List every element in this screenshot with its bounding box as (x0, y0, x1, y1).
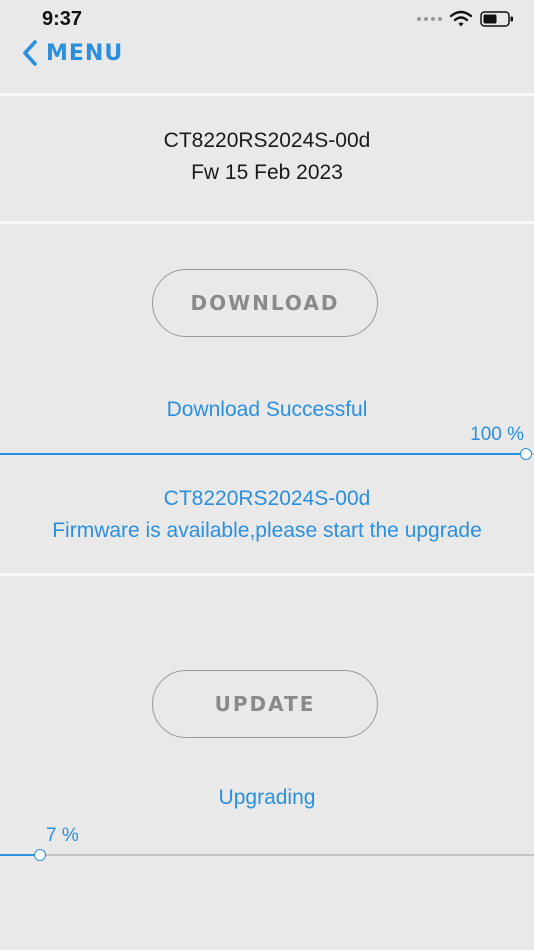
status-time: 9:37 (42, 8, 83, 30)
update-progress-slider[interactable] (0, 849, 534, 861)
firmware-date: Fw 15 Feb 2023 (191, 161, 343, 184)
update-progress-label: 7 % (46, 825, 79, 846)
slider-track (0, 854, 534, 856)
divider (0, 573, 534, 576)
firmware-notice-model: CT8220RS2024S-00d (163, 487, 371, 510)
menu-back-button[interactable]: MENU (22, 40, 123, 66)
chevron-left-icon (23, 40, 37, 66)
download-button[interactable]: DOWNLOAD (152, 269, 378, 337)
device-model: CT8220RS2024S-00d (163, 129, 371, 152)
slider-thumb[interactable] (34, 849, 46, 861)
download-status: Download Successful (166, 398, 368, 421)
divider (0, 221, 534, 224)
divider (0, 93, 534, 96)
slider-thumb[interactable] (520, 448, 532, 460)
signal-dots-icon (417, 17, 442, 21)
download-progress-slider[interactable] (0, 448, 534, 460)
status-icons (416, 10, 514, 28)
wifi-icon (450, 10, 472, 27)
slider-fill (0, 453, 526, 455)
download-progress-label: 100 % (470, 424, 524, 445)
menu-back-label: MENU (46, 40, 124, 66)
update-button[interactable]: UPDATE (152, 670, 378, 738)
upgrade-status: Upgrading (218, 786, 316, 809)
firmware-notice-message: Firmware is available,please start the u… (52, 519, 482, 542)
battery-icon (480, 11, 513, 27)
